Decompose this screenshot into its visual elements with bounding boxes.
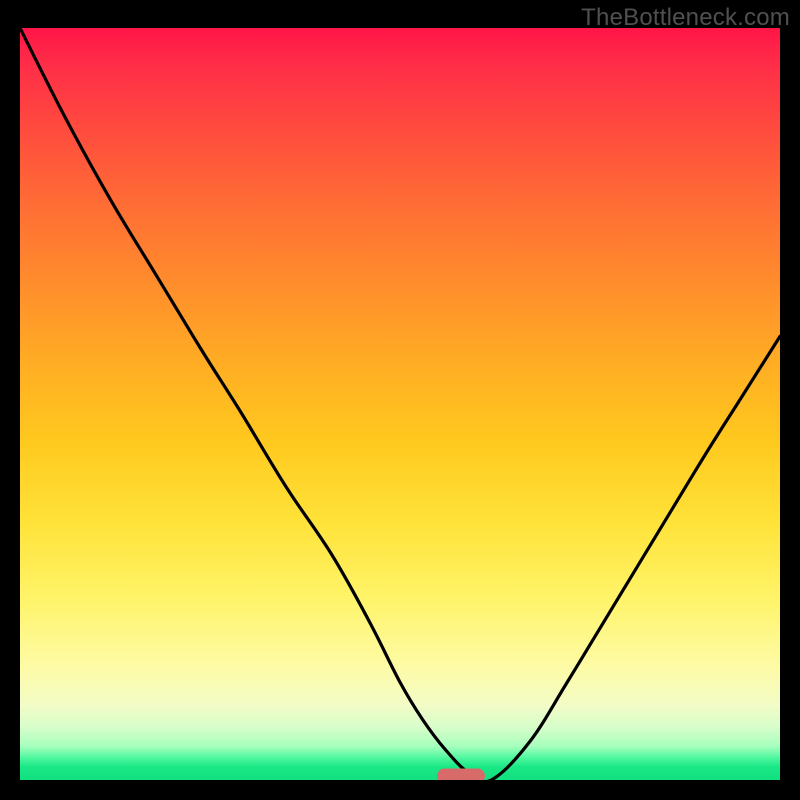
optimal-marker (437, 769, 485, 780)
watermark-text: TheBottleneck.com (581, 4, 790, 32)
plot-area (20, 28, 780, 780)
bottleneck-curve (20, 28, 780, 780)
curve-svg (20, 28, 780, 780)
chart-frame: TheBottleneck.com (0, 0, 800, 800)
